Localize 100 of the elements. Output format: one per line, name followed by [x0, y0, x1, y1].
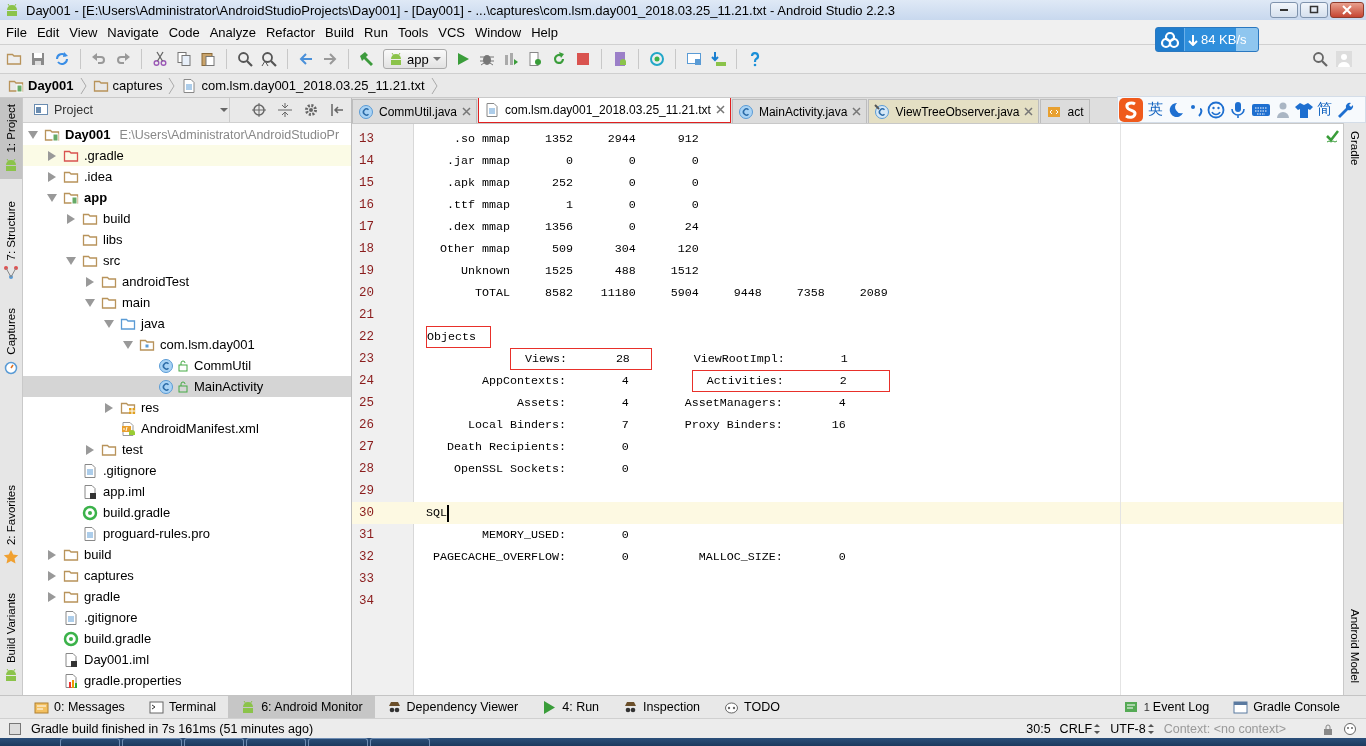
hide-panel-icon[interactable] [330, 103, 344, 117]
caret-position[interactable]: 30:5 [1026, 721, 1051, 736]
save-icon[interactable] [30, 51, 46, 67]
run-configuration-dropdown[interactable]: app [383, 49, 447, 69]
lock-icon[interactable] [1322, 722, 1334, 735]
gradle-sync-icon[interactable] [648, 51, 665, 67]
tool-window-button[interactable]: Gradle Console [1221, 696, 1352, 718]
tool-window-tab[interactable]: Build Variants [0, 586, 22, 689]
collapse-arrow-icon[interactable] [123, 339, 133, 350]
device-icon[interactable] [526, 51, 543, 67]
tree-row[interactable]: AndroidManifest.xml [23, 418, 351, 439]
collapse-all-icon[interactable] [278, 103, 292, 117]
collapse-arrow-icon[interactable] [104, 318, 114, 329]
tree-row[interactable]: build.gradle [23, 502, 351, 523]
copy-icon[interactable] [176, 51, 192, 67]
tool-window-button[interactable]: TODO [712, 696, 792, 718]
tree-row[interactable]: main [23, 292, 351, 313]
hammer-icon[interactable] [359, 51, 375, 67]
tool-window-tab[interactable]: Gradle [1344, 125, 1366, 172]
editor-tab[interactable]: com.lsm.day001_2018.03.25_11.21.txt [478, 98, 731, 123]
tool-window-button[interactable]: 4: Run [530, 696, 612, 718]
tool-window-tab[interactable]: 7: Structure [0, 194, 22, 287]
breadcrumb[interactable]: captures [92, 77, 169, 94]
wrench-icon[interactable] [1336, 100, 1354, 119]
menu-item[interactable]: File [1, 24, 32, 40]
tree-row[interactable]: build [23, 544, 351, 565]
tool-window-button[interactable]: 0: Messages [22, 696, 137, 718]
breadcrumb[interactable]: Day001 [8, 77, 80, 94]
line-separator-selector[interactable]: CRLF [1059, 721, 1102, 736]
shirt-icon[interactable] [1295, 100, 1313, 119]
tree-row[interactable]: gradle.properties [23, 670, 351, 691]
language-toggle[interactable]: 英 [1148, 100, 1163, 119]
tool-window-button[interactable]: Inspection [611, 696, 713, 718]
moon-icon[interactable] [1167, 100, 1185, 119]
expand-arrow-icon[interactable] [47, 150, 57, 161]
maximize-button[interactable] [1300, 2, 1328, 18]
search-icon[interactable] [237, 51, 253, 67]
tree-row[interactable]: build.gradle [23, 628, 351, 649]
menu-item[interactable]: Help [526, 24, 563, 40]
tree-row[interactable]: java [23, 313, 351, 334]
menu-item[interactable]: Edit [31, 24, 65, 40]
undo-icon[interactable] [91, 51, 107, 67]
tree-row[interactable]: build [23, 208, 351, 229]
tree-row[interactable]: com.lsm.day001 [23, 334, 351, 355]
editor-tab[interactable]: CommUtil.java [352, 99, 477, 123]
tree-row[interactable]: androidTest [23, 271, 351, 292]
collapse-arrow-icon[interactable] [47, 192, 57, 203]
search-icon[interactable] [1312, 51, 1328, 67]
menu-item[interactable]: VCS [433, 24, 470, 40]
tree-row[interactable]: Day001.iml [23, 649, 351, 670]
inspector-icon[interactable] [1343, 721, 1357, 736]
gear-icon[interactable] [304, 103, 318, 117]
editor-tab[interactable]: MainActivity.java [731, 99, 868, 123]
menu-item[interactable]: Run [359, 24, 393, 40]
tree-row[interactable]: gradle [23, 586, 351, 607]
microphone-icon[interactable] [1229, 100, 1247, 119]
menu-item[interactable]: View [64, 24, 103, 40]
tree-row[interactable]: captures [23, 565, 351, 586]
tool-windows-toggle-icon[interactable] [8, 721, 22, 736]
tool-window-tab[interactable]: Captures [0, 302, 22, 381]
expand-arrow-icon[interactable] [85, 276, 95, 287]
redo-icon[interactable] [115, 51, 131, 67]
close-icon[interactable] [1024, 107, 1034, 116]
tree-row[interactable]: MainActivity [23, 376, 351, 397]
menu-item[interactable]: Tools [392, 24, 434, 40]
menu-item[interactable]: Code [163, 24, 205, 40]
person-icon[interactable] [1275, 100, 1291, 119]
paste-icon[interactable] [200, 51, 216, 67]
expand-arrow-icon[interactable] [66, 213, 76, 224]
encoding-selector[interactable]: UTF-8 [1110, 721, 1155, 736]
smiley-icon[interactable] [1207, 100, 1225, 119]
tool-window-tab[interactable]: 1: Project [0, 98, 22, 179]
tree-row[interactable]: src [23, 250, 351, 271]
close-button[interactable] [1330, 2, 1364, 18]
expand-arrow-icon[interactable] [85, 444, 95, 455]
coverage-icon[interactable] [502, 51, 519, 67]
minimize-button[interactable] [1270, 2, 1298, 18]
tree-row[interactable]: .idea [23, 166, 351, 187]
tree-row[interactable]: .gitignore [23, 460, 351, 481]
folder-icon[interactable] [6, 51, 22, 67]
sdk-download-icon[interactable] [709, 51, 726, 67]
target-icon[interactable] [252, 103, 266, 117]
scissors-icon[interactable] [152, 51, 168, 67]
forward-arrow-icon[interactable] [322, 51, 338, 67]
back-arrow-icon[interactable] [298, 51, 314, 67]
replace-icon[interactable] [261, 51, 277, 67]
tree-row[interactable]: res [23, 397, 351, 418]
breadcrumb[interactable]: com.lsm.day001_2018.03.25_11.21.txt [181, 77, 431, 94]
tree-row[interactable]: Day001 E:\Users\Administrator\AndroidStudioPr [23, 124, 351, 145]
tool-window-button[interactable]: Terminal [136, 696, 229, 718]
structure-icon[interactable] [685, 51, 702, 67]
script-toggle[interactable]: 简 [1317, 100, 1332, 119]
editor-tab[interactable]: act [1040, 99, 1090, 123]
collapse-arrow-icon[interactable] [28, 129, 38, 140]
menu-item[interactable]: Refactor [260, 24, 321, 40]
tree-row[interactable]: .gitignore [23, 607, 351, 628]
expand-arrow-icon[interactable] [47, 171, 57, 182]
menu-item[interactable]: Window [469, 24, 527, 40]
close-icon[interactable] [852, 107, 862, 116]
tree-row[interactable]: app.iml [23, 481, 351, 502]
